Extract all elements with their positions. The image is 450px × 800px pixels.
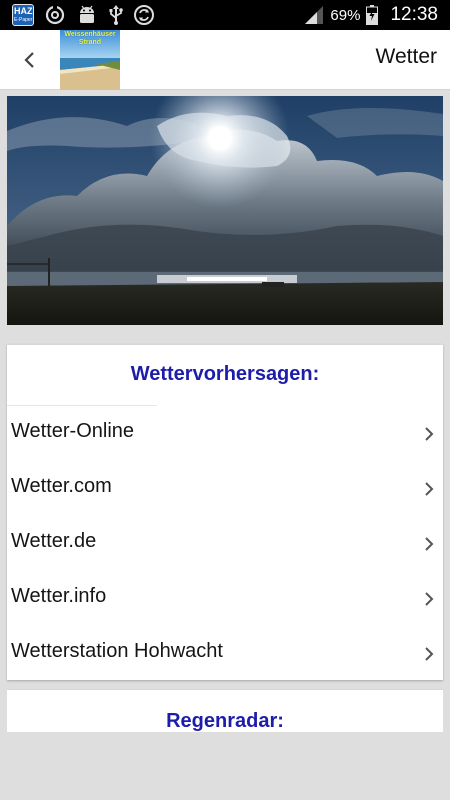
battery-icon — [366, 5, 379, 25]
haz-icon-text: HAZ — [14, 6, 33, 16]
refresh-icon — [134, 5, 154, 25]
radar-card: Regenradar: — [7, 689, 443, 732]
app-logo-text: Weissenhäuser Strand — [64, 31, 116, 46]
signal-icon — [305, 6, 324, 24]
clock: 12:38 — [390, 4, 438, 25]
sky-clouds-image — [7, 96, 443, 325]
chevron-right-icon — [425, 427, 434, 441]
sync-icon — [45, 5, 65, 25]
list-item-wetter-com[interactable]: Wetter.com — [7, 463, 443, 518]
list-item-wetterstation-hohwacht[interactable]: Wetterstation Hohwacht — [7, 628, 443, 683]
list-item-wetter-de[interactable]: Wetter.de — [7, 518, 443, 573]
back-chevron-icon — [24, 52, 34, 68]
list-item-label: Wetterstation Hohwacht — [11, 640, 223, 662]
forecast-section-title: Wettervorhersagen: — [130, 363, 320, 385]
chevron-right-icon — [425, 537, 434, 551]
usb-icon — [109, 5, 123, 25]
forecast-card: Wettervorhersagen: Wetter-Online Wetter.… — [7, 344, 443, 680]
list-item-label: Wetter.de — [11, 530, 97, 552]
action-bar: Weissenhäuser Strand Wetter — [0, 30, 450, 90]
list-item-wetter-online[interactable]: Wetter-Online — [7, 408, 443, 463]
app-logo[interactable]: Weissenhäuser Strand — [60, 30, 120, 90]
radar-section-title: Regenradar: — [166, 710, 284, 732]
android-icon — [80, 5, 94, 23]
haz-icon-subtext: E-Paper — [14, 17, 33, 23]
chevron-right-icon — [425, 482, 434, 496]
haz-app-icon: HAZ E-Paper — [12, 4, 34, 26]
list-item-label: Wetter-Online — [11, 420, 135, 442]
list-item-label: Wetter.com — [11, 475, 112, 497]
list-item-label: Wetter.info — [11, 585, 107, 607]
status-bar: HAZ E-Paper 69% 12:38 — [0, 0, 450, 30]
list-item-wetter-info[interactable]: Wetter.info — [7, 573, 443, 628]
battery-percent: 69% — [330, 6, 361, 24]
chevron-right-icon — [425, 647, 434, 661]
page-title: Wetter — [375, 45, 437, 68]
section-divider — [7, 405, 157, 406]
back-button[interactable] — [14, 45, 44, 75]
hero-weather-image — [7, 96, 443, 325]
chevron-right-icon — [425, 592, 434, 606]
